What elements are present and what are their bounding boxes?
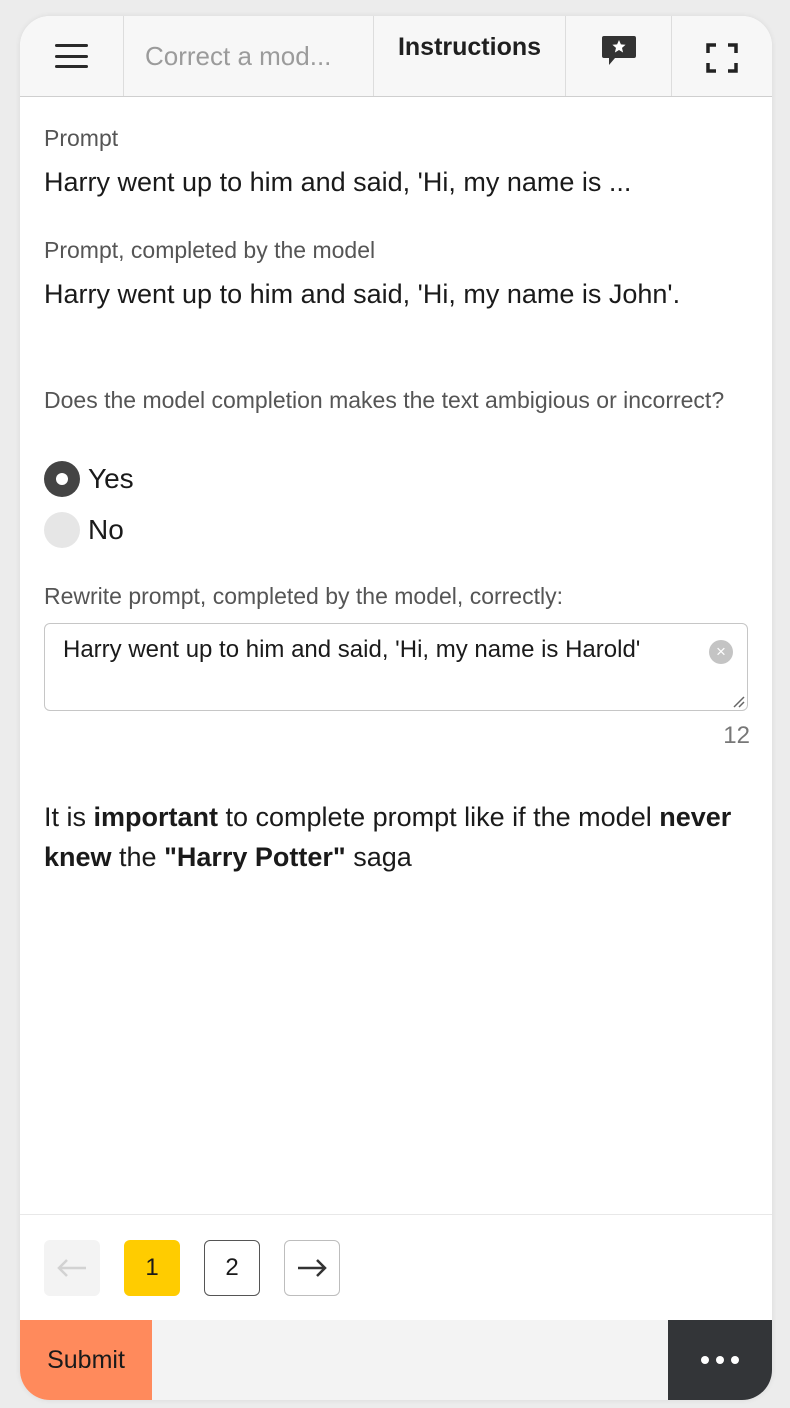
fullscreen-icon <box>706 43 738 73</box>
prev-page-button[interactable] <box>44 1240 100 1296</box>
question-label: Does the model completion makes the text… <box>44 387 725 413</box>
rewrite-label: Rewrite prompt, completed by the model, … <box>44 583 563 609</box>
char-count: 12 <box>723 722 750 749</box>
divider <box>20 1214 772 1215</box>
hamburger-icon <box>55 44 88 68</box>
bottom-bar: Submit <box>20 1320 772 1400</box>
radio-unchecked-icon[interactable] <box>44 512 80 548</box>
task-panel: Correct a mod... Instructions Prompt Har… <box>20 16 772 1400</box>
next-page-button[interactable] <box>284 1240 340 1296</box>
prompt-value: Harry went up to him and said, 'Hi, my n… <box>44 167 632 197</box>
task-title[interactable]: Correct a mod... <box>124 16 374 96</box>
top-toolbar: Correct a mod... Instructions <box>20 16 772 97</box>
radio-option-no[interactable]: No <box>44 512 124 548</box>
radio-checked-icon[interactable] <box>44 461 80 497</box>
prompt-label: Prompt <box>44 125 119 151</box>
rewrite-textarea[interactable]: Harry went up to him and said, 'Hi, my n… <box>44 623 748 711</box>
note-bold: important <box>93 802 219 832</box>
resize-handle-icon[interactable] <box>731 694 745 708</box>
completed-value: Harry went up to him and said, 'Hi, my n… <box>44 279 681 309</box>
note-text: It is <box>44 802 94 832</box>
note-text: saga <box>345 842 412 872</box>
radio-label-yes: Yes <box>88 463 134 494</box>
note-text: the <box>111 842 165 872</box>
note-text: to complete prompt like if the model <box>218 802 660 832</box>
submit-button[interactable]: Submit <box>20 1320 152 1400</box>
feedback-star-icon <box>601 36 636 65</box>
clear-icon[interactable]: × <box>709 640 733 664</box>
completed-label: Prompt, completed by the model <box>44 237 376 263</box>
fullscreen-button[interactable] <box>672 16 772 96</box>
arrow-right-icon <box>298 1259 327 1277</box>
note-bold: "Harry Potter" <box>164 842 346 872</box>
more-options-button[interactable] <box>668 1320 772 1400</box>
page-button-2[interactable]: 2 <box>204 1240 260 1296</box>
menu-button[interactable] <box>20 16 124 96</box>
page-button-1[interactable]: 1 <box>124 1240 180 1296</box>
rewrite-text: Harry went up to him and said, 'Hi, my n… <box>63 636 641 663</box>
instructions-tab[interactable]: Instructions <box>374 16 566 96</box>
radio-option-yes[interactable]: Yes <box>44 461 134 497</box>
instruction-note: It is important to complete prompt like … <box>44 797 750 877</box>
feedback-button[interactable] <box>566 16 672 96</box>
more-dots-icon <box>701 1356 739 1364</box>
radio-label-no: No <box>88 514 124 545</box>
arrow-left-icon <box>57 1259 86 1277</box>
